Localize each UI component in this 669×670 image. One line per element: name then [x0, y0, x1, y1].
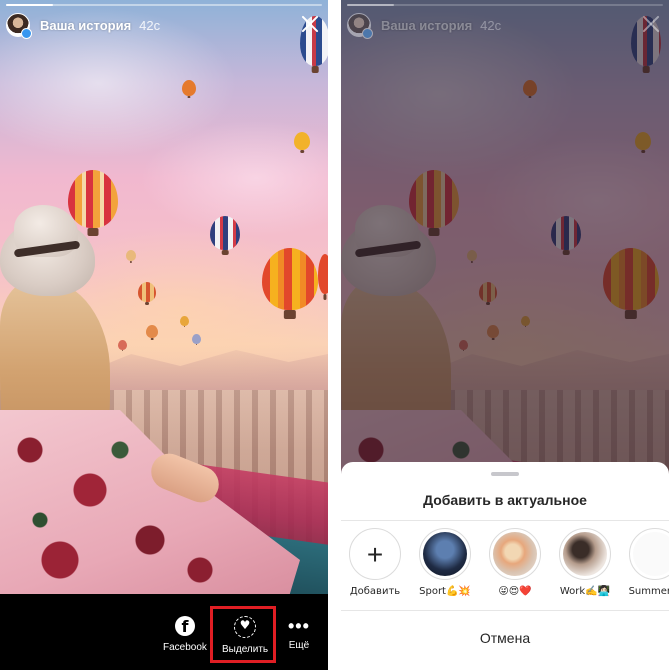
highlight-item-work[interactable]: Work✍️👩🏻‍💻: [555, 528, 615, 597]
plus-icon: +: [366, 539, 384, 570]
highlight-item-sport[interactable]: Sport💪💥: [415, 528, 475, 597]
highlight-label: Sport💪💥: [419, 586, 471, 597]
story-timestamp: 42с: [480, 17, 502, 33]
highlight-label: Добавить: [349, 586, 401, 597]
highlights-row[interactable]: + Добавить Sport💪💥 😜😍❤️ Wo: [341, 528, 669, 608]
cancel-button[interactable]: Отмена: [341, 630, 669, 646]
highlight-cover-summer: [629, 528, 669, 580]
story-action-bar: f Facebook Выделить ••• Ещё: [0, 594, 328, 670]
sheet-grabber-handle[interactable]: [491, 472, 519, 476]
highlight-label: Work✍️👩🏻‍💻: [559, 586, 611, 597]
story-viewer-right: Ваша история 42с Добавить в актуальное +…: [341, 0, 669, 670]
balloon: [210, 216, 240, 250]
more-button[interactable]: ••• Ещё: [288, 616, 310, 651]
avatar[interactable]: [6, 13, 32, 39]
facebook-icon: f: [174, 616, 195, 636]
divider: [341, 610, 669, 611]
more-dots-icon: •••: [288, 616, 310, 636]
avatar: [347, 13, 373, 39]
highlight-cover-work: [559, 528, 611, 580]
add-to-highlights-sheet: Добавить в актуальное + Добавить Sport💪💥…: [341, 462, 669, 670]
highlight-label: 😜😍❤️: [498, 586, 532, 597]
new-highlight-button[interactable]: + Добавить: [345, 528, 405, 597]
story-timestamp: 42с: [139, 17, 161, 33]
balloon: [182, 80, 196, 96]
story-photo[interactable]: [0, 0, 328, 594]
story-progress-fill: [347, 4, 395, 6]
balloon: [118, 340, 127, 350]
share-facebook-button[interactable]: f Facebook: [163, 616, 207, 653]
story-header: Ваша история 42с: [6, 12, 322, 39]
sheet-title: Добавить в актуальное: [423, 492, 587, 508]
balloon: [146, 325, 158, 338]
balloon: [180, 316, 189, 326]
highlight-item-summer[interactable]: Summer😋: [625, 528, 669, 597]
highlight-cover-food: [489, 528, 541, 580]
balloon: [294, 132, 310, 150]
balloon: [262, 248, 318, 310]
balloon: [68, 170, 118, 228]
divider: [341, 520, 669, 521]
balloon: [192, 334, 201, 344]
story-owner-title: Ваша история: [381, 17, 473, 33]
highlight-item-emoji[interactable]: 😜😍❤️: [485, 528, 545, 597]
story-header: Ваша история 42с: [347, 12, 663, 39]
story-progress-bar: [347, 4, 663, 6]
close-icon: [641, 14, 661, 34]
story-progress-fill: [6, 4, 54, 6]
more-label: Ещё: [288, 640, 310, 651]
balloon: [126, 250, 136, 261]
balloon: [318, 254, 328, 294]
highlight-annotation-box: [210, 606, 276, 663]
close-icon[interactable]: [300, 14, 320, 34]
add-story-badge-icon: [362, 28, 373, 39]
add-story-badge-icon: [21, 28, 32, 39]
highlight-label: Summer😋: [628, 586, 669, 597]
highlight-cover-sport: [419, 528, 471, 580]
story-progress-bar: [6, 4, 322, 6]
story-viewer-left: Ваша история 42с f Facebook Выделить •••…: [0, 0, 328, 670]
balloon: [138, 282, 156, 302]
new-highlight-circle: +: [349, 528, 401, 580]
story-owner-title: Ваша история: [40, 17, 132, 33]
facebook-label: Facebook: [163, 642, 207, 653]
